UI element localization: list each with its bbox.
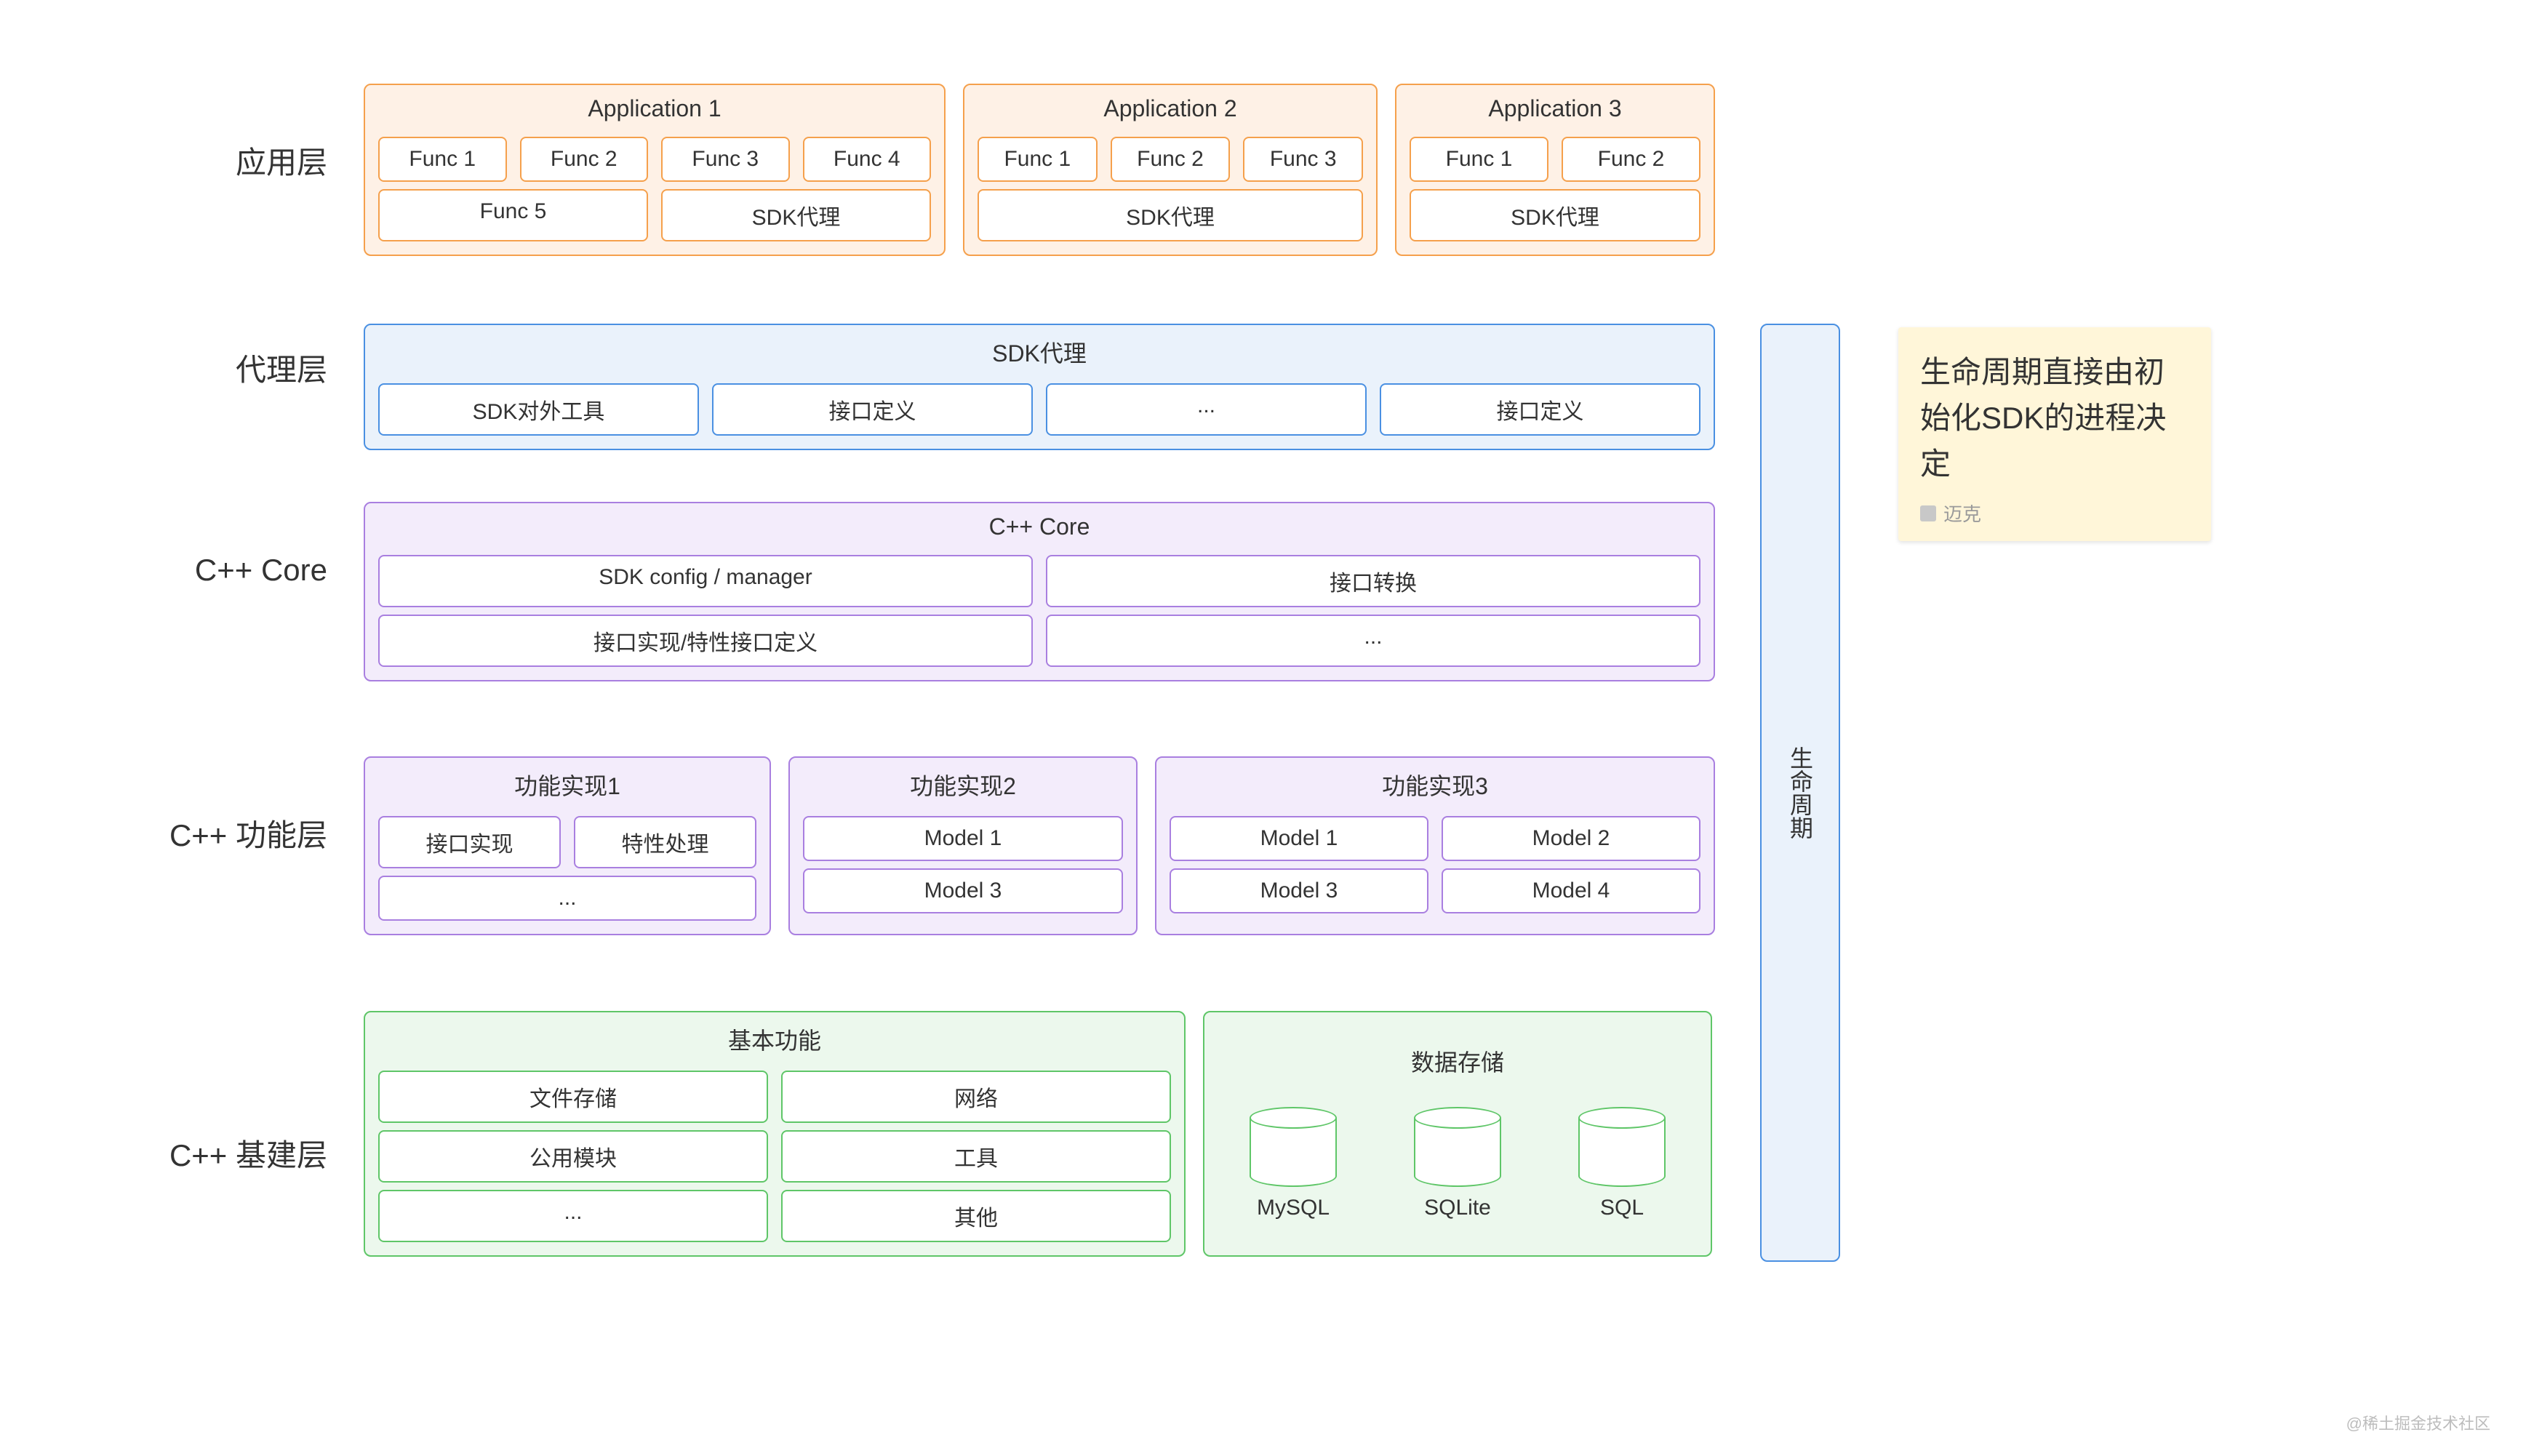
func3-c2: Model 2 <box>1442 816 1700 861</box>
proxy-c2: 接口定义 <box>712 383 1033 436</box>
block-app2: Application 2 Func 1 Func 2 Func 3 SDK代理 <box>963 84 1378 256</box>
core-title: C++ Core <box>989 513 1090 540</box>
label-app: 应用层 <box>95 138 327 183</box>
cylinder-icon <box>1414 1107 1501 1187</box>
core-c1: SDK config / manager <box>378 555 1033 607</box>
core-c3: 接口实现/特性接口定义 <box>378 615 1033 667</box>
core-c4: ... <box>1046 615 1700 667</box>
app3-title: Application 3 <box>1488 95 1621 122</box>
layer-proxy: SDK代理 SDK对外工具 接口定义 ... 接口定义 <box>364 324 1715 450</box>
app3-func1: Func 1 <box>1410 137 1548 182</box>
block-data: 数据存储 MySQL SQLite SQL <box>1203 1011 1712 1257</box>
func2-c2: Model 3 <box>803 868 1123 913</box>
db-sql-label: SQL <box>1600 1196 1644 1220</box>
user-icon <box>1920 505 1936 521</box>
block-basic: 基本功能 文件存储 网络 公用模块 工具 ... 其他 <box>364 1011 1186 1257</box>
db-mysql-label: MySQL <box>1257 1196 1330 1220</box>
func3-c3: Model 3 <box>1170 868 1428 913</box>
app1-func2: Func 2 <box>520 137 649 182</box>
layer-base: 基本功能 文件存储 网络 公用模块 工具 ... 其他 数据存储 MySQL S… <box>364 1011 1712 1257</box>
app2-sdk: SDK代理 <box>978 189 1363 241</box>
app1-title: Application 1 <box>588 95 721 122</box>
basic-c3: 公用模块 <box>378 1130 768 1183</box>
proxy-c4: 接口定义 <box>1380 383 1700 436</box>
func3-title: 功能实现3 <box>1382 768 1488 801</box>
data-title: 数据存储 <box>1411 1044 1504 1078</box>
basic-c1: 文件存储 <box>378 1071 768 1123</box>
core-c2: 接口转换 <box>1046 555 1700 607</box>
func1-c2: 特性处理 <box>574 816 756 868</box>
db-sql: SQL <box>1578 1107 1666 1220</box>
note-text: 生命周期直接由初始化SDK的进程决定 <box>1920 349 2189 487</box>
proxy-title: SDK代理 <box>992 335 1087 369</box>
label-base: C++ 基建层 <box>95 1131 327 1175</box>
db-sqlite: SQLite <box>1414 1107 1501 1220</box>
block-func1: 功能实现1 接口实现 特性处理 ... <box>364 756 771 935</box>
app2-func1: Func 1 <box>978 137 1098 182</box>
func1-title: 功能实现1 <box>514 768 620 801</box>
app2-title: Application 2 <box>1103 95 1236 122</box>
func2-title: 功能实现2 <box>910 768 1016 801</box>
proxy-c3: ... <box>1046 383 1367 436</box>
note-author: 迈克 <box>1920 500 2189 527</box>
func2-c1: Model 1 <box>803 816 1123 861</box>
db-mysql: MySQL <box>1250 1107 1337 1220</box>
cylinder-icon <box>1250 1107 1337 1187</box>
block-func3: 功能实现3 Model 1 Model 2 Model 3 Model 4 <box>1155 756 1715 935</box>
block-core: C++ Core SDK config / manager 接口转换 接口实现/… <box>364 502 1715 681</box>
app1-func4: Func 4 <box>803 137 932 182</box>
basic-title: 基本功能 <box>728 1023 821 1056</box>
app1-sdk: SDK代理 <box>661 189 931 241</box>
block-app3: Application 3 Func 1 Func 2 SDK代理 <box>1395 84 1715 256</box>
block-proxy: SDK代理 SDK对外工具 接口定义 ... 接口定义 <box>364 324 1715 450</box>
app3-func2: Func 2 <box>1562 137 1700 182</box>
basic-c2: 网络 <box>781 1071 1171 1123</box>
note-author-name: 迈克 <box>1943 500 1981 527</box>
block-app1: Application 1 Func 1 Func 2 Func 3 Func … <box>364 84 946 256</box>
layer-core: C++ Core SDK config / manager 接口转换 接口实现/… <box>364 502 1715 681</box>
block-func2: 功能实现2 Model 1 Model 3 <box>788 756 1138 935</box>
db-sqlite-label: SQLite <box>1424 1196 1491 1220</box>
func1-c1: 接口实现 <box>378 816 561 868</box>
watermark: @稀土掘金技术社区 <box>2346 1411 2490 1434</box>
app3-sdk: SDK代理 <box>1410 189 1700 241</box>
layer-func: 功能实现1 接口实现 特性处理 ... 功能实现2 Model 1 Model … <box>364 756 1715 935</box>
basic-c6: 其他 <box>781 1190 1171 1242</box>
app1-func5: Func 5 <box>378 189 648 241</box>
basic-c5: ... <box>378 1190 768 1242</box>
basic-c4: 工具 <box>781 1130 1171 1183</box>
lifecycle-bar: 生命周期 <box>1760 324 1840 1262</box>
proxy-c1: SDK对外工具 <box>378 383 699 436</box>
func3-c4: Model 4 <box>1442 868 1700 913</box>
label-proxy: 代理层 <box>95 345 327 390</box>
func3-c1: Model 1 <box>1170 816 1428 861</box>
label-func: C++ 功能层 <box>95 811 327 855</box>
layer-app: Application 1 Func 1 Func 2 Func 3 Func … <box>364 84 1715 256</box>
app2-func3: Func 3 <box>1243 137 1363 182</box>
func1-c3: ... <box>378 876 756 921</box>
cylinder-icon <box>1578 1107 1666 1187</box>
app1-func3: Func 3 <box>661 137 790 182</box>
app1-func1: Func 1 <box>378 137 507 182</box>
label-core: C++ Core <box>95 553 327 588</box>
sticky-note: 生命周期直接由初始化SDK的进程决定 迈克 <box>1898 327 2211 541</box>
app2-func2: Func 2 <box>1111 137 1231 182</box>
